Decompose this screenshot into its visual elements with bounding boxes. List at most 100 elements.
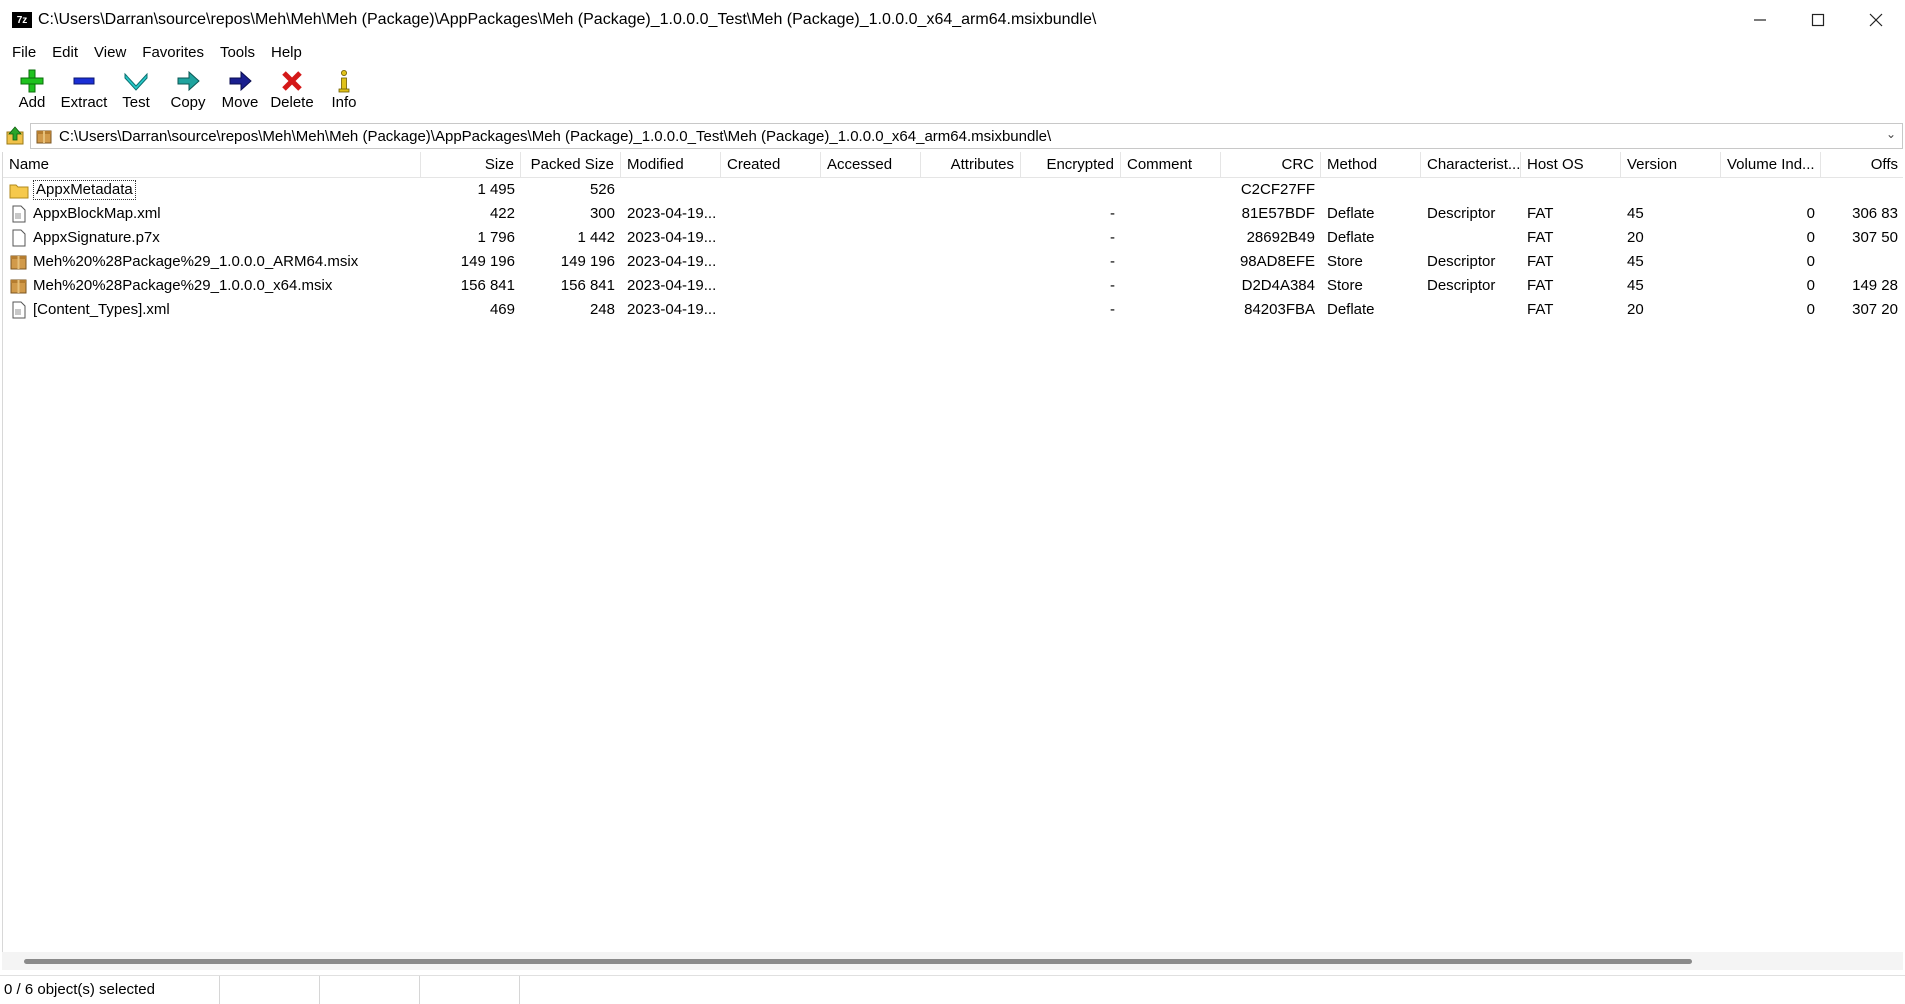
close-button[interactable] — [1847, 0, 1905, 40]
col-host-os[interactable]: Host OS — [1521, 152, 1621, 178]
package-icon — [10, 279, 27, 294]
col-encrypted[interactable]: Encrypted — [1021, 152, 1121, 178]
menu-tools[interactable]: Tools — [212, 44, 263, 61]
file-offset: 306 83 — [1852, 205, 1898, 222]
file-host-os — [1521, 178, 1621, 202]
menu-file[interactable]: File — [4, 44, 44, 61]
file-packed-size: 149 196 — [560, 253, 615, 270]
file-method: Store — [1327, 277, 1363, 294]
col-crc[interactable]: CRC — [1221, 152, 1321, 178]
col-comment[interactable]: Comment — [1121, 152, 1221, 178]
file-name: AppxBlockMap.xml — [33, 205, 161, 222]
file-name: AppxSignature.p7x — [33, 229, 160, 246]
file-modified: 2023-04-19... — [627, 301, 717, 318]
file-name: AppxMetadata — [33, 180, 136, 200]
file-method: Deflate — [1327, 229, 1375, 246]
file-characteristics — [1421, 298, 1521, 322]
menu-favorites[interactable]: Favorites — [134, 44, 212, 61]
test-button[interactable]: Test — [110, 64, 162, 120]
file-volume-index — [1721, 178, 1821, 202]
maximize-button[interactable] — [1789, 0, 1847, 40]
archive-package-icon — [36, 130, 52, 144]
copy-label: Copy — [170, 94, 206, 111]
extract-button[interactable]: Extract — [58, 64, 110, 120]
file-name: [Content_Types].xml — [33, 301, 170, 318]
menu-edit[interactable]: Edit — [44, 44, 86, 61]
file-packed-size: 300 — [589, 205, 615, 222]
info-icon — [329, 68, 359, 94]
minimize-button[interactable] — [1731, 0, 1789, 40]
col-method[interactable]: Method — [1321, 152, 1421, 178]
col-packed-size[interactable]: Packed Size — [521, 152, 621, 178]
file-size: 469 — [489, 301, 515, 318]
file-characteristics: Descriptor — [1427, 253, 1496, 270]
table-row[interactable]: AppxSignature.p7x 1 796 1 442 2023-04-19… — [3, 226, 1903, 250]
test-label: Test — [122, 94, 150, 111]
table-row[interactable]: AppxBlockMap.xml 422 300 2023-04-19... -… — [3, 202, 1903, 226]
window-controls — [1731, 0, 1905, 40]
menu-help[interactable]: Help — [263, 44, 310, 61]
package-icon — [10, 255, 27, 270]
file-modified: 2023-04-19... — [627, 277, 717, 294]
file-size: 156 841 — [460, 277, 515, 294]
file-host-os: FAT — [1527, 229, 1554, 246]
window-title: C:\Users\Darran\source\repos\Meh\Meh\Meh… — [38, 11, 1097, 28]
table-row[interactable]: [Content_Types].xml 469 248 2023-04-19..… — [3, 298, 1903, 322]
file-host-os: FAT — [1527, 301, 1554, 318]
delete-label: Delete — [270, 94, 314, 111]
file-volume-index: 0 — [1806, 229, 1815, 246]
file-crc: D2D4A384 — [1241, 277, 1315, 294]
info-button[interactable]: Info — [318, 64, 370, 120]
file-modified: 2023-04-19... — [627, 229, 717, 246]
col-volume-index[interactable]: Volume Ind... — [1721, 152, 1821, 178]
col-name[interactable]: Name — [3, 152, 421, 178]
document-icon — [12, 229, 26, 247]
file-size: 422 — [489, 205, 515, 222]
col-version[interactable]: Version — [1621, 152, 1721, 178]
col-characteristics[interactable]: Characterist... — [1421, 152, 1521, 178]
up-folder-button[interactable] — [0, 122, 30, 150]
file-modified — [621, 178, 721, 202]
maximize-icon — [1811, 13, 1825, 27]
move-button[interactable]: Move — [214, 64, 266, 120]
file-name: Meh%20%28Package%29_1.0.0.0_x64.msix — [33, 277, 333, 294]
file-encrypted: - — [1110, 277, 1115, 294]
file-crc: 28692B49 — [1246, 229, 1315, 246]
file-crc: C2CF27FF — [1240, 181, 1315, 198]
file-encrypted: - — [1110, 301, 1115, 318]
add-label: Add — [18, 94, 46, 111]
menu-bar: File Edit View Favorites Tools Help — [0, 40, 1905, 64]
file-size: 149 196 — [460, 253, 515, 270]
file-crc: 84203FBA — [1244, 301, 1315, 318]
table-row[interactable]: Meh%20%28Package%29_1.0.0.0_x64.msix 156… — [3, 274, 1903, 298]
chevron-down-icon[interactable]: ⌄ — [1886, 127, 1896, 141]
menu-view[interactable]: View — [86, 44, 134, 61]
file-offset: 307 50 — [1852, 229, 1898, 246]
col-offset[interactable]: Offs — [1821, 152, 1903, 178]
table-row[interactable]: Meh%20%28Package%29_1.0.0.0_ARM64.msix 1… — [3, 250, 1903, 274]
file-characteristics: Descriptor — [1427, 205, 1496, 222]
address-field[interactable]: C:\Users\Darran\source\repos\Meh\Meh\Meh… — [30, 123, 1903, 149]
horizontal-scrollbar[interactable] — [2, 952, 1903, 970]
delete-button[interactable]: Delete — [266, 64, 318, 120]
add-button[interactable]: Add — [6, 64, 58, 120]
copy-button[interactable]: Copy — [162, 64, 214, 120]
file-packed-size: 156 841 — [560, 277, 615, 294]
col-modified[interactable]: Modified — [621, 152, 721, 178]
col-created[interactable]: Created — [721, 152, 821, 178]
toolbar: Add Extract Test Copy Move Delete Info — [0, 64, 1905, 120]
col-accessed[interactable]: Accessed — [821, 152, 921, 178]
file-version: 20 — [1627, 229, 1644, 246]
document-icon — [12, 301, 26, 319]
col-size[interactable]: Size — [421, 152, 521, 178]
file-method: Deflate — [1327, 205, 1375, 222]
col-attributes[interactable]: Attributes — [921, 152, 1021, 178]
minimize-icon — [1754, 19, 1766, 21]
table-row[interactable]: AppxMetadata 1 495 526 C2CF27FF — [3, 178, 1903, 202]
file-method: Store — [1327, 253, 1363, 270]
scrollbar-thumb[interactable] — [24, 959, 1692, 964]
plus-icon — [17, 68, 47, 94]
folder-icon — [9, 184, 29, 199]
move-label: Move — [221, 94, 259, 111]
file-encrypted: - — [1110, 253, 1115, 270]
